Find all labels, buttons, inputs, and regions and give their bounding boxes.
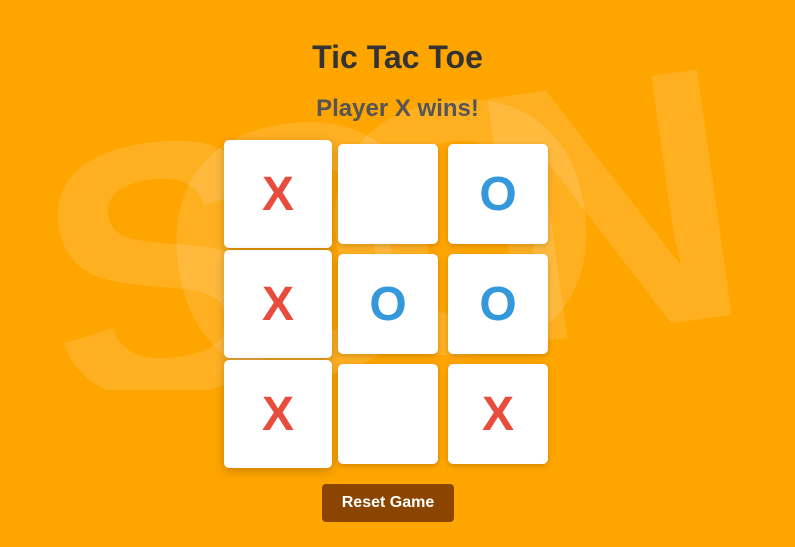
cell-mark: O [369,277,407,331]
board-cell-9[interactable]: X [448,364,548,464]
board-cell-8[interactable] [338,364,438,464]
game-board: X O X O O X X [224,140,554,470]
board-cell-6[interactable]: O [448,254,548,354]
game-status: Player X wins! [316,95,479,122]
game-title: Tic Tac Toe [312,39,483,75]
board-cell-2[interactable] [338,144,438,244]
cell-mark: O [479,167,517,221]
reset-game-button[interactable]: Reset Game [322,484,454,522]
cell-mark: X [261,277,294,331]
board-cell-3[interactable]: O [448,144,548,244]
board-cell-7[interactable]: X [224,360,332,468]
board-cell-1[interactable]: X [224,140,332,248]
board-cell-4[interactable]: X [224,250,332,358]
cell-mark: X [261,387,294,441]
cell-mark: X [261,167,294,221]
board-cell-5[interactable]: O [338,254,438,354]
cell-mark: X [481,387,514,441]
cell-mark: O [479,277,517,331]
